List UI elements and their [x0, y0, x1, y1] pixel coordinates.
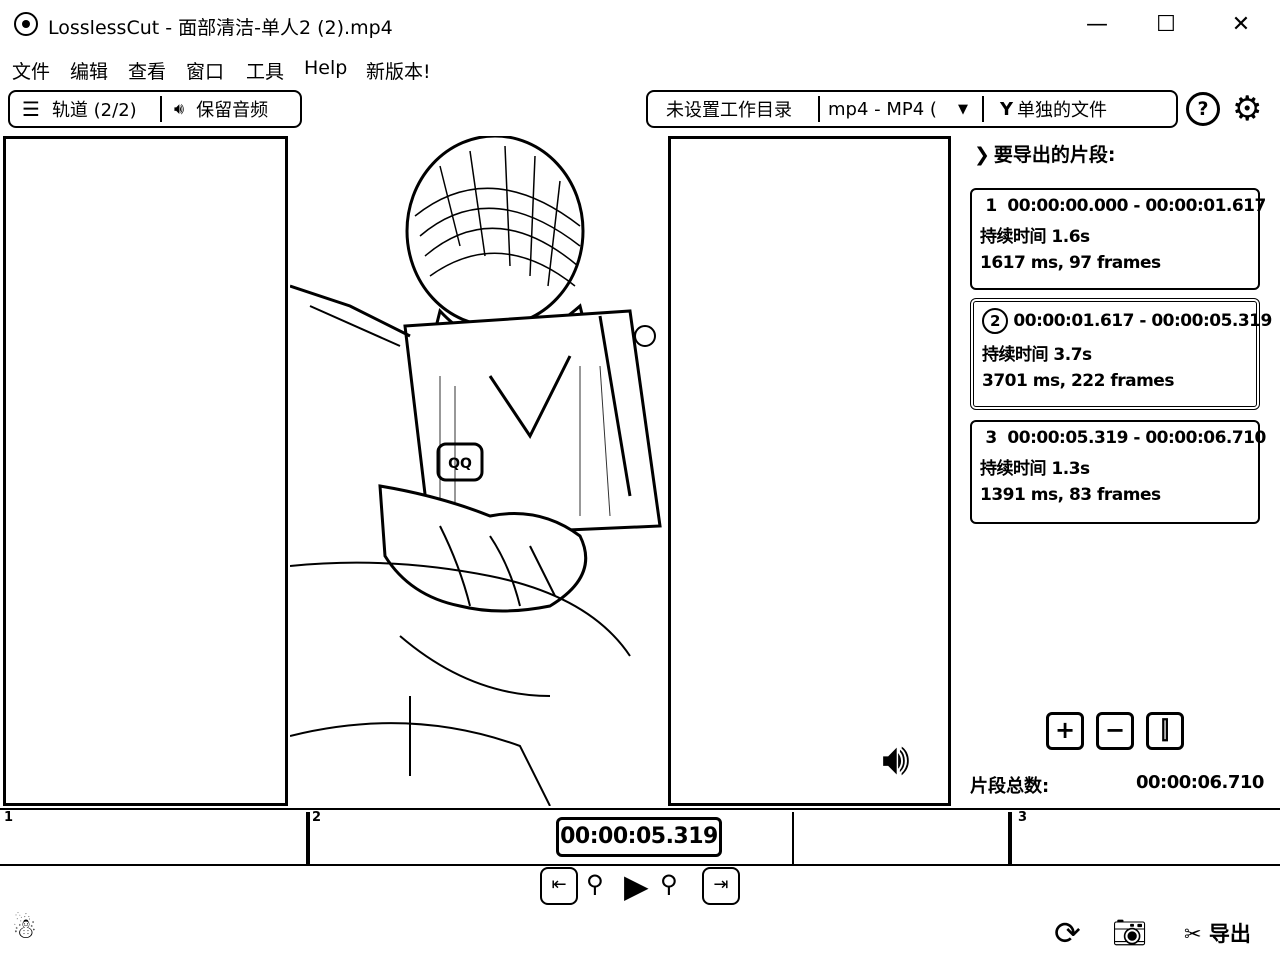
menu-tools[interactable]: 工具: [246, 57, 284, 84]
fork-icon: Y: [1000, 98, 1014, 120]
track-audio-group: ☰ 轨道 (2/2) 🔊︎ 保留音频: [8, 90, 302, 128]
segment-range: 00:00:01.617 - 00:00:05.319: [1013, 311, 1272, 331]
output-settings-group: 未设置工作目录 mp4 - MP4 ( ▼ Y 单独的文件: [646, 90, 1178, 128]
title-bar: LosslessCut - 面部清洁-单人2 (2).mp4 — ☐ ✕: [0, 0, 1280, 50]
segment-frames: 3701 ms, 222 frames: [982, 371, 1174, 391]
list-icon: ☰: [22, 97, 40, 121]
segment-card-2[interactable]: 2 00:00:01.617 - 00:00:05.319 持续时间 3.7s …: [970, 298, 1272, 410]
camera-icon[interactable]: 📷︎: [1112, 916, 1148, 949]
segment-frames: 1391 ms, 83 frames: [980, 485, 1161, 505]
play-icon[interactable]: ▶: [624, 866, 649, 906]
set-cut-end-icon[interactable]: ⚲: [660, 870, 678, 898]
menu-new-version[interactable]: 新版本!: [366, 57, 431, 84]
segment-range: 00:00:05.319 - 00:00:06.710: [1007, 428, 1266, 448]
svg-text:QQ: QQ: [448, 456, 472, 472]
right-preview-panel: [668, 136, 951, 806]
chevron-right-icon[interactable]: ❯: [974, 144, 990, 166]
keep-audio-button[interactable]: 🔊︎ 保留音频: [174, 92, 268, 126]
segments-total-label: 片段总数:: [970, 776, 1050, 797]
keep-audio-label: 保留音频: [196, 100, 269, 121]
volume-speaker-icon[interactable]: 🔊︎: [882, 735, 910, 785]
set-cut-start-icon[interactable]: ⚲: [586, 870, 604, 898]
segment-3-region[interactable]: [1008, 812, 1278, 864]
segment-duration: 持续时间 3.7s: [982, 345, 1092, 365]
menu-help[interactable]: Help: [304, 57, 347, 79]
chevron-down-icon: ▼: [958, 101, 968, 117]
menu-bar: 文件 编辑 查看 窗口 工具 Help 新版本!: [0, 52, 1280, 84]
export-button[interactable]: ✂ 导出: [1184, 918, 1251, 948]
segment-index: 1: [985, 196, 997, 216]
segment-2-start-handle[interactable]: [306, 812, 310, 864]
mascot-icon[interactable]: ☃: [12, 912, 37, 945]
timeline-marker-3: 3: [1018, 810, 1028, 825]
segment-duration: 持续时间 1.3s: [980, 459, 1090, 479]
scissors-icon: ✂: [1184, 922, 1202, 946]
jump-segment-end-icon[interactable]: ⇥: [702, 867, 740, 905]
current-time-display[interactable]: 00:00:05.319: [556, 817, 722, 857]
menu-view[interactable]: 查看: [128, 57, 166, 84]
workdir-button[interactable]: 未设置工作目录: [666, 92, 792, 126]
segments-panel-title: ❯ 要导出的片段:: [974, 140, 1116, 167]
format-select[interactable]: mp4 - MP4 ( ▼: [828, 92, 976, 126]
split-segment-button[interactable]: ⫿: [1146, 712, 1184, 750]
tracks-button[interactable]: ☰ 轨道 (2/2): [22, 92, 137, 126]
jump-segment-start-icon[interactable]: ⇤: [540, 867, 578, 905]
video-player[interactable]: QQ: [290, 136, 668, 806]
segment-frames: 1617 ms, 97 frames: [980, 253, 1161, 273]
segment-index: 3: [985, 428, 997, 448]
video-frame-image: QQ: [290, 136, 668, 806]
segment-duration: 持续时间 1.6s: [980, 227, 1090, 247]
segments-total-value: 00:00:06.710: [1136, 772, 1264, 793]
menu-window[interactable]: 窗口: [186, 57, 224, 84]
segment-card-3[interactable]: 3 00:00:05.319 - 00:00:06.710 持续时间 1.3s …: [970, 420, 1266, 524]
output-mode-button[interactable]: Y 单独的文件: [1000, 92, 1107, 126]
window-title: LosslessCut - 面部清洁-单人2 (2).mp4: [48, 17, 393, 39]
close-button[interactable]: ✕: [1221, 8, 1261, 42]
segment-card-1[interactable]: 1 00:00:00.000 - 00:00:01.617 持续时间 1.6s …: [970, 188, 1266, 290]
menu-file[interactable]: 文件: [12, 57, 50, 84]
speaker-icon: 🔊︎: [174, 99, 185, 118]
export-label: 导出: [1208, 922, 1251, 946]
app-logo-icon: [14, 12, 38, 36]
add-segment-button[interactable]: +: [1046, 712, 1084, 750]
tracks-label: 轨道 (2/2): [51, 100, 137, 121]
format-value: mp4 - MP4 (: [828, 98, 937, 120]
playhead[interactable]: [792, 812, 794, 864]
timeline-marker-2: 2: [312, 810, 322, 825]
help-button[interactable]: ?: [1186, 92, 1220, 126]
settings-gear-icon[interactable]: ⚙: [1232, 90, 1262, 128]
rotate-icon[interactable]: ⟳: [1054, 914, 1081, 952]
menu-edit[interactable]: 编辑: [70, 57, 108, 84]
remove-segment-button[interactable]: −: [1096, 712, 1134, 750]
minimize-button[interactable]: —: [1077, 8, 1117, 42]
output-mode-label: 单独的文件: [1017, 100, 1108, 121]
maximize-button[interactable]: ☐: [1146, 8, 1186, 42]
segment-range: 00:00:00.000 - 00:00:01.617: [1007, 196, 1266, 216]
segment-index: 2: [982, 308, 1008, 334]
segments-title-text: 要导出的片段:: [993, 144, 1116, 166]
timeline-marker-1: 1: [4, 810, 14, 825]
left-track-panel: [3, 136, 288, 806]
